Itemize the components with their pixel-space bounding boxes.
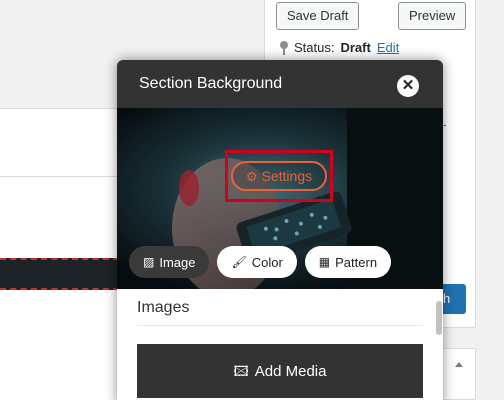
images-heading: Images	[137, 299, 423, 326]
settings-button[interactable]: ⚙ Settings	[231, 161, 327, 191]
image-type-button[interactable]: ▨ Image	[129, 246, 210, 278]
settings-label: Settings	[261, 168, 313, 184]
background-preview: ⚙ Settings ▨ Image 🖌 Color ▦ Pattern	[117, 108, 443, 289]
image-icon: ▨	[143, 255, 155, 269]
pin-icon	[280, 40, 288, 55]
close-icon: ✕	[401, 77, 415, 94]
background-type-toggle: ▨ Image 🖌 Color ▦ Pattern	[129, 246, 392, 278]
media-icon: 🖾	[233, 363, 249, 379]
section-background-modal: Section Background ✕ ⚙ Settings ▨ Image …	[117, 60, 443, 400]
status-edit-link[interactable]: Edit	[377, 40, 399, 55]
save-draft-button[interactable]: Save Draft	[276, 2, 360, 30]
color-type-button[interactable]: 🖌 Color	[217, 246, 297, 278]
pattern-type-button[interactable]: ▦ Pattern	[304, 246, 392, 278]
color-type-label: Color	[251, 254, 283, 270]
scrollbar[interactable]	[436, 301, 442, 335]
gear-icon: ⚙	[245, 168, 258, 184]
add-media-label: Add Media	[254, 362, 327, 380]
paint-brush-icon: 🖌	[231, 255, 247, 269]
settings-highlight-box: ⚙ Settings	[225, 150, 333, 202]
sidebar-metabox	[442, 348, 476, 400]
post-status-row: Status: Draft Edit	[280, 40, 399, 55]
close-button[interactable]: ✕	[397, 75, 419, 97]
status-label: Status:	[294, 40, 335, 55]
pattern-type-label: Pattern	[335, 254, 378, 270]
publish-button[interactable]: h	[440, 284, 466, 314]
preview-button[interactable]: Preview	[398, 2, 466, 30]
image-type-label: Image	[159, 254, 196, 270]
modal-title: Section Background	[139, 75, 283, 92]
status-value: Draft	[340, 40, 371, 55]
modal-header: Section Background	[117, 60, 443, 108]
pattern-icon: ▦	[318, 255, 331, 269]
add-media-button[interactable]: 🖾 Add Media	[137, 344, 423, 398]
collapse-caret-icon[interactable]	[455, 362, 463, 367]
images-section: Images 🖾 Add Media	[117, 299, 443, 398]
